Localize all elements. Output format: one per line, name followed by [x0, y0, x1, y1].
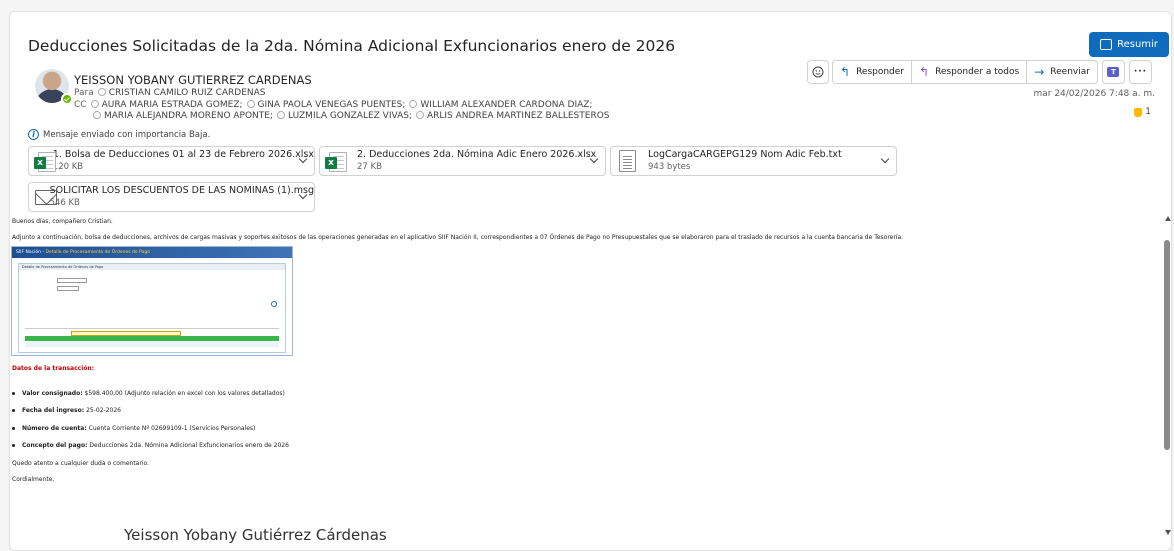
- reply-button[interactable]: ↰ Responder: [832, 60, 913, 84]
- body-scrollbar[interactable]: [1162, 216, 1172, 540]
- scrollbar-thumb[interactable]: [1164, 240, 1170, 450]
- item-value: 25-02-2026: [86, 407, 121, 414]
- greeting: Buenos días, compañero Cristian.: [12, 218, 113, 225]
- recipient-cc[interactable]: MARIA ALEJANDRA MORENO APONTE;: [104, 111, 273, 121]
- forward-label: Reenviar: [1050, 67, 1090, 77]
- reaction-summary[interactable]: 1: [1134, 107, 1151, 117]
- attachment-name: 1. Bolsa de Deducciones 01 al 23 de Febr…: [52, 149, 314, 160]
- attachment-card[interactable]: SOLICITAR LOS DESCUENTOS DE LAS NOMINAS …: [28, 182, 315, 212]
- to-label: Para: [74, 88, 94, 98]
- summarize-button[interactable]: Resumir: [1089, 32, 1169, 57]
- cc-label: CC: [74, 100, 87, 110]
- attachment-size: 546 KB: [49, 198, 80, 208]
- attachment-name: SOLICITAR LOS DESCUENTOS DE LAS NOMINAS …: [49, 185, 314, 196]
- attachment-size: 120 KB: [52, 162, 84, 172]
- screenshot-field: [57, 278, 87, 283]
- attachment-card[interactable]: x 2. Deducciones 2da. Nómina Adic Enero …: [319, 146, 606, 176]
- importance-text: Mensaje enviado con importancia Baja.: [43, 129, 211, 140]
- item-label: Fecha del ingreso:: [22, 407, 85, 414]
- info-icon: i: [28, 129, 39, 140]
- attachment-name: LogCargaCARGEPG129 Nom Adic Feb.txt: [648, 149, 842, 160]
- forward-button[interactable]: → Reenviar: [1027, 60, 1098, 84]
- screenshot-header: SIIF Nación - Detalle de Procesamiento d…: [12, 247, 292, 258]
- scroll-up-icon[interactable]: [1165, 216, 1171, 221]
- teams-button[interactable]: T: [1101, 60, 1125, 84]
- forward-icon: →: [1034, 65, 1045, 79]
- embedded-screenshot: SIIF Nación - Detalle de Procesamiento d…: [11, 246, 293, 356]
- cc-line: CC AURA MARIA ESTRADA GOMEZ; GINA PAOLA VE…: [74, 100, 592, 110]
- summarize-icon: [1100, 39, 1113, 50]
- list-item: Concepto del pago: Deducciones 2da. Nómi…: [12, 442, 289, 449]
- importance-notice: i Mensaje enviado con importancia Baja.: [28, 129, 210, 140]
- attachment-card[interactable]: x 1. Bolsa de Deducciones 01 al 23 de Fe…: [28, 146, 315, 176]
- intro-paragraph: Adjunto a continuación, bolsa de deducci…: [12, 234, 904, 241]
- text-file-icon: [616, 149, 640, 173]
- recipient-status-icon: [90, 100, 99, 108]
- closing-line: Quedo atento a cualquier duda o comentar…: [12, 460, 149, 467]
- recipient-cc[interactable]: LUZMILA GONZALEZ VIVAS;: [288, 111, 412, 121]
- screenshot-panel: Detalle de Procesamiento de Órdenes de P…: [18, 263, 286, 353]
- recipient-cc[interactable]: AURA MARIA ESTRADA GOMEZ;: [102, 100, 243, 110]
- reply-all-icon: ↰: [919, 65, 930, 79]
- list-item: Valor consignado: $598.400,00 (Adjunto r…: [12, 390, 285, 397]
- emoji-icon: [812, 66, 824, 78]
- attachment-size: 943 bytes: [648, 162, 691, 172]
- sender-name[interactable]: YEISSON YOBANY GUTIERREZ CARDENAS: [74, 73, 312, 87]
- excel-icon: x: [325, 149, 349, 173]
- signature-name: Yeisson Yobany Gutiérrez Cárdenas: [124, 526, 387, 544]
- message-toolbar: ↰ Responder ↰ Responder a todos → Reenvi…: [807, 60, 1152, 84]
- to-line: Para CRISTIAN CAMILO RUIZ CARDENAS: [74, 88, 266, 98]
- mail-icon: [34, 185, 57, 209]
- recipient-status-icon: [415, 111, 424, 119]
- reply-all-label: Responder a todos: [935, 67, 1020, 77]
- cc-line-2: MARIA ALEJANDRA MORENO APONTE; LUZMILA GO…: [89, 111, 610, 121]
- screenshot-caption: Detalle de Procesamiento de Órdenes de P…: [19, 264, 285, 270]
- item-label: Concepto del pago:: [22, 442, 88, 449]
- item-label: Número de cuenta:: [22, 425, 87, 432]
- item-value: Deducciones 2da. Nómina Adicional Exfunc…: [89, 442, 289, 449]
- scroll-down-icon[interactable]: [1165, 530, 1171, 535]
- item-label: Valor consignado:: [22, 390, 83, 397]
- sent-date: mar 24/02/2026 7:48 a. m.: [1033, 89, 1155, 99]
- list-item: Número de cuenta: Cuenta Corriente Nº 02…: [11, 425, 256, 432]
- screenshot-app-name: SIIF Nación -: [16, 250, 46, 255]
- recipient-cc[interactable]: WILLIAM ALEXANDER CARDONA DIAZ;: [420, 100, 592, 110]
- screenshot-tooltip: [71, 331, 181, 336]
- emoji-reaction-button[interactable]: [807, 60, 829, 84]
- closing-signoff: Cordialmente.: [12, 476, 55, 483]
- recipient-cc[interactable]: GINA PAOLA VENEGAS PUENTES;: [258, 100, 406, 110]
- recipient-status-icon: [277, 111, 286, 119]
- reaction-count: 1: [1145, 107, 1151, 117]
- presence-available-icon: [61, 93, 73, 105]
- list-item: Fecha del ingreso: 25-02-2026: [12, 407, 121, 414]
- recipient-status-icon: [246, 100, 255, 108]
- search-icon: [271, 301, 277, 307]
- recipient-to[interactable]: CRISTIAN CAMILO RUIZ CARDENAS: [109, 88, 266, 98]
- screenshot-field: [57, 286, 79, 291]
- item-value: Cuenta Corriente Nº 02699109-1 (Servicio…: [88, 425, 256, 432]
- more-actions-button[interactable]: ···: [1128, 60, 1152, 84]
- email-subject: Deducciones Solicitadas de la 2da. Nómin…: [28, 37, 676, 55]
- email-body: Buenos días, compañero Cristian. Adjunto…: [0, 216, 1163, 546]
- teams-icon: T: [1107, 67, 1120, 77]
- reply-all-button[interactable]: ↰ Responder a todos: [912, 60, 1028, 84]
- thumbs-up-icon: [1134, 107, 1143, 117]
- attachment-card[interactable]: LogCargaCARGEPG129 Nom Adic Feb.txt 943 …: [610, 146, 897, 176]
- recipient-status-icon: [409, 100, 418, 108]
- screenshot-title: Detalle de Procesamiento de Órdenes de P…: [45, 250, 150, 255]
- recipient-status-icon: [93, 111, 101, 119]
- excel-icon: x: [34, 149, 56, 173]
- attachment-size: 27 KB: [357, 162, 382, 172]
- reply-label: Responder: [856, 67, 905, 77]
- attachment-name: 2. Deducciones 2da. Nómina Adic Enero 20…: [357, 149, 597, 160]
- chevron-down-icon[interactable]: [880, 154, 890, 164]
- section-title: Datos de la transacción:: [12, 365, 95, 372]
- item-value: $598.400,00 (Adjunto relación en excel c…: [84, 390, 285, 397]
- reply-icon: ↰: [840, 65, 851, 79]
- recipient-status-icon: [97, 88, 106, 96]
- summarize-label: Resumir: [1117, 39, 1158, 50]
- recipient-cc[interactable]: ARLIS ANDREA MARTINEZ BALLESTEROS: [427, 111, 610, 121]
